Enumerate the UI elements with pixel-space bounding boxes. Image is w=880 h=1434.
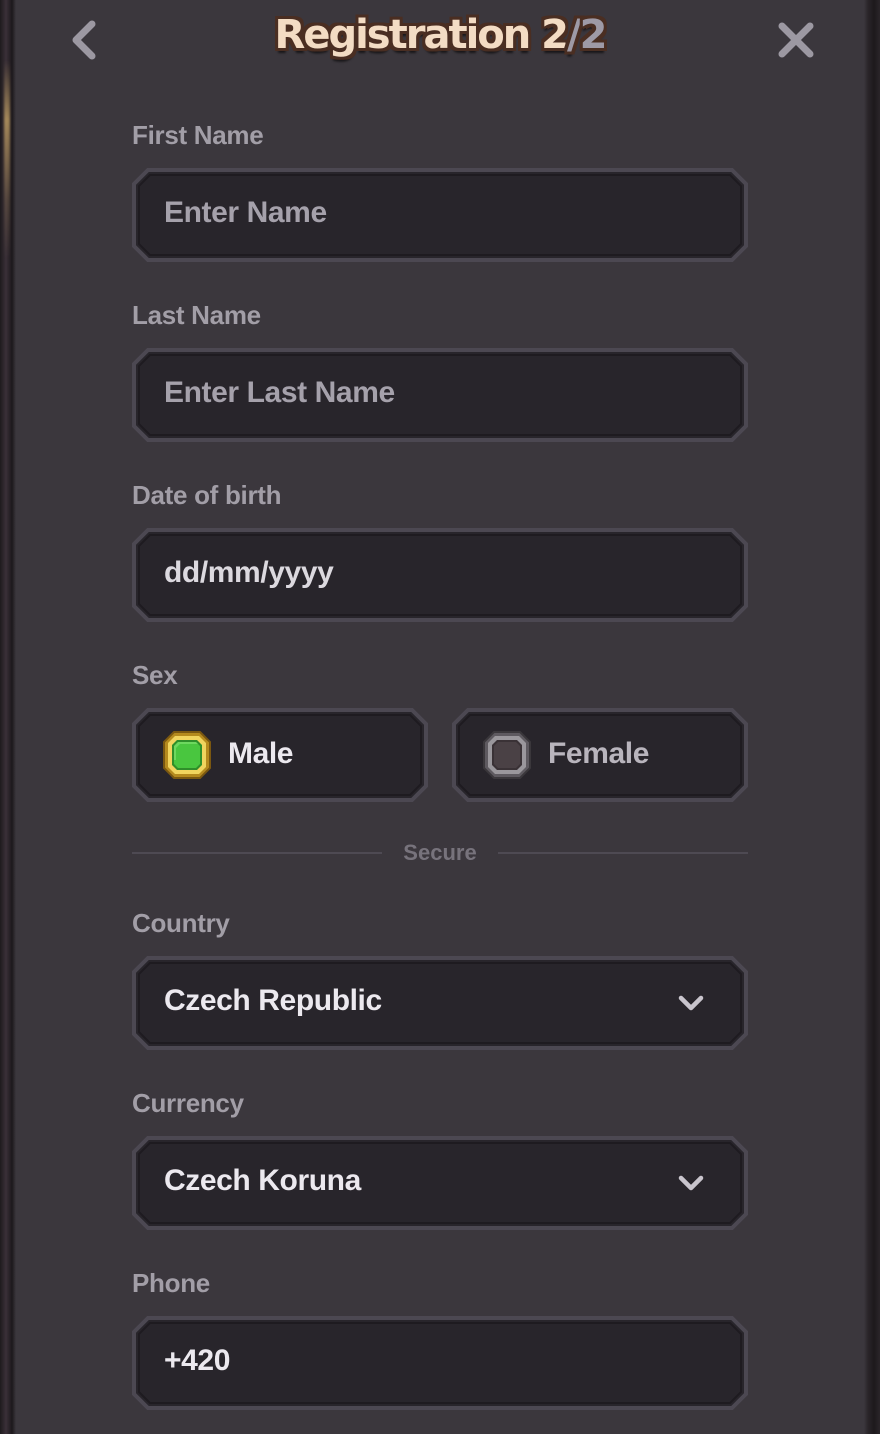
title-total: 2	[579, 12, 608, 58]
first-name-placeholder: Enter Name	[164, 196, 327, 229]
last-name-placeholder: Enter Last Name	[164, 376, 395, 409]
dob-label: Date of birth	[132, 480, 282, 510]
header: Registration 2/2	[0, 0, 880, 90]
secure-divider: Secure	[132, 836, 748, 870]
close-button[interactable]	[768, 12, 824, 68]
sex-option-female-label: Female	[548, 737, 649, 770]
page-title: Registration 2/2	[0, 12, 880, 58]
radio-unselected-gem-icon	[483, 731, 531, 779]
radio-selected-gem-icon	[163, 731, 211, 779]
dob-input[interactable]: dd/mm/yyyy	[132, 528, 748, 622]
country-select[interactable]: Czech Republic	[132, 956, 748, 1050]
dob-placeholder: dd/mm/yyyy	[164, 556, 334, 589]
phone-input[interactable]: +420	[132, 1316, 748, 1410]
title-main: Registration 2	[274, 12, 569, 58]
divider-line-left	[132, 852, 382, 854]
country-label: Country	[132, 908, 230, 938]
chevron-down-icon	[678, 995, 704, 1011]
first-name-label: First Name	[132, 120, 264, 150]
last-name-input[interactable]: Enter Last Name	[132, 348, 748, 442]
currency-value: Czech Koruna	[164, 1164, 361, 1197]
close-icon	[778, 22, 814, 58]
country-value: Czech Republic	[164, 984, 382, 1017]
phone-value: +420	[164, 1344, 230, 1377]
currency-select[interactable]: Czech Koruna	[132, 1136, 748, 1230]
frame-glow	[4, 60, 10, 260]
sex-option-male-label: Male	[228, 737, 294, 770]
last-name-label: Last Name	[132, 300, 261, 330]
sex-option-male[interactable]: Male	[132, 708, 428, 802]
first-name-input[interactable]: Enter Name	[132, 168, 748, 262]
title-separator: /	[567, 12, 582, 58]
chevron-down-icon	[678, 1175, 704, 1191]
divider-text: Secure	[403, 840, 477, 865]
currency-label: Currency	[132, 1088, 244, 1118]
phone-label: Phone	[132, 1268, 210, 1298]
sex-option-female[interactable]: Female	[452, 708, 748, 802]
sex-label: Sex	[132, 660, 178, 690]
divider-line-right	[498, 852, 748, 854]
